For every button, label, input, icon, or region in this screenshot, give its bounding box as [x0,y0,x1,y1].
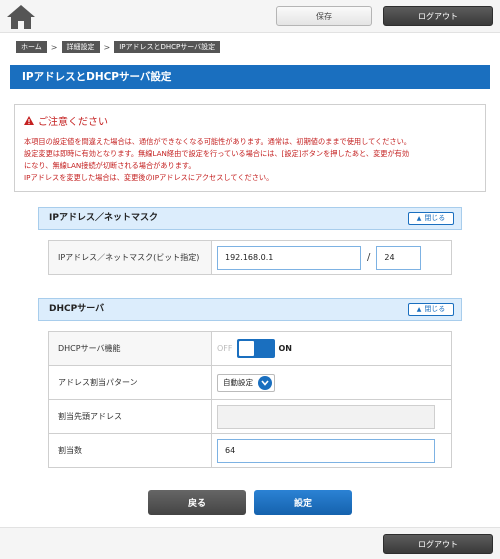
toggle-on-label: ON [278,344,293,353]
dhcp-settings-table: DHCPサーバ機能 OFF ON アドレス割当パターン 自動設定 割当先頭アドレ… [48,331,452,468]
chevron-up-icon: ▲ [416,306,422,313]
notice-line: になり、無線LAN接続が切断される場合があります。 [24,161,196,170]
breadcrumb-advanced-settings[interactable]: 詳細設定 [61,41,100,53]
notice-title: ご注意ください [38,117,108,128]
netmask-input[interactable]: 24 [376,245,422,270]
dhcp-section-header: DHCPサーバ ▲ 閉じる [38,298,462,321]
notice-line: 本項目の設定値を間違えた場合は、通信ができなくなる可能性があります。通常は、初期… [24,137,411,146]
logout-button[interactable]: ログアウト [383,6,493,26]
save-button[interactable]: 保存 [276,6,372,26]
start-address-input[interactable] [217,404,435,429]
ip-settings-table: IPアドレス／ネットマスク(ビット指定) 192.168.0.1 / 24 [48,240,452,275]
notice-line: IPアドレスを変更した場合は、変更後のIPアドレスにアクセスしてください。 [24,173,274,182]
chevron-up-icon: ▲ [416,215,422,222]
allocation-count-label: 割当数 [49,434,212,467]
page-title: IPアドレスとDHCPサーバ設定 [10,65,490,89]
back-button[interactable]: 戻る [148,490,246,515]
toggle-knob [238,341,254,356]
ip-netmask-row: IPアドレス／ネットマスク(ビット指定) 192.168.0.1 / 24 [49,241,451,275]
breadcrumb: ホーム > 詳細設定 > IPアドレスとDHCPサーバ設定 [16,41,221,53]
breadcrumb-separator: > [103,42,111,52]
warning-icon [24,116,34,125]
breadcrumb-separator: > [50,42,58,52]
address-pattern-label: アドレス割当パターン [49,366,212,399]
allocation-count-row: 割当数 64 [49,434,451,468]
dhcp-function-row: DHCPサーバ機能 OFF ON [49,332,451,366]
breadcrumb-current: IPアドレスとDHCPサーバ設定 [114,41,221,53]
chevron-down-icon [258,375,272,390]
home-icon[interactable] [6,4,36,30]
notice-body: 本項目の設定値を間違えた場合は、通信ができなくなる可能性があります。通常は、初期… [24,136,476,184]
start-address-label: 割当先頭アドレス [49,400,212,433]
ip-section-collapse-button[interactable]: ▲ 閉じる [408,212,454,225]
dhcp-section-collapse-button[interactable]: ▲ 閉じる [408,303,454,316]
bottom-bar: ログアウト [0,527,500,559]
allocation-count-input[interactable]: 64 [217,438,435,463]
start-address-row: 割当先頭アドレス [49,400,451,434]
dhcp-function-label: DHCPサーバ機能 [49,332,212,365]
top-bar: 保存 ログアウト [0,0,500,33]
toggle-off-label: OFF [217,344,233,353]
logout-button[interactable]: ログアウト [383,534,493,554]
ip-netmask-label: IPアドレス／ネットマスク(ビット指定) [49,241,212,274]
breadcrumb-home[interactable]: ホーム [16,41,47,53]
toggle-track[interactable] [236,339,275,358]
address-pattern-select[interactable]: 自動設定 [217,373,275,392]
ip-section-header: IPアドレス／ネットマスク ▲ 閉じる [38,207,462,230]
apply-button[interactable]: 設定 [254,490,352,515]
ip-section-title: IPアドレス／ネットマスク [49,213,158,223]
separator: / [367,252,371,263]
notice-line: 設定変更は即時に有効となります。無線LAN経由で設定を行っている場合には、[設定… [24,149,410,158]
dhcp-section-title: DHCPサーバ [49,304,105,314]
dhcp-toggle[interactable]: OFF ON [217,339,292,358]
address-pattern-row: アドレス割当パターン 自動設定 [49,366,451,400]
warning-notice: ご注意ください 本項目の設定値を間違えた場合は、通信ができなくなる可能性がありま… [14,104,486,192]
ip-address-input[interactable]: 192.168.0.1 [217,245,361,270]
